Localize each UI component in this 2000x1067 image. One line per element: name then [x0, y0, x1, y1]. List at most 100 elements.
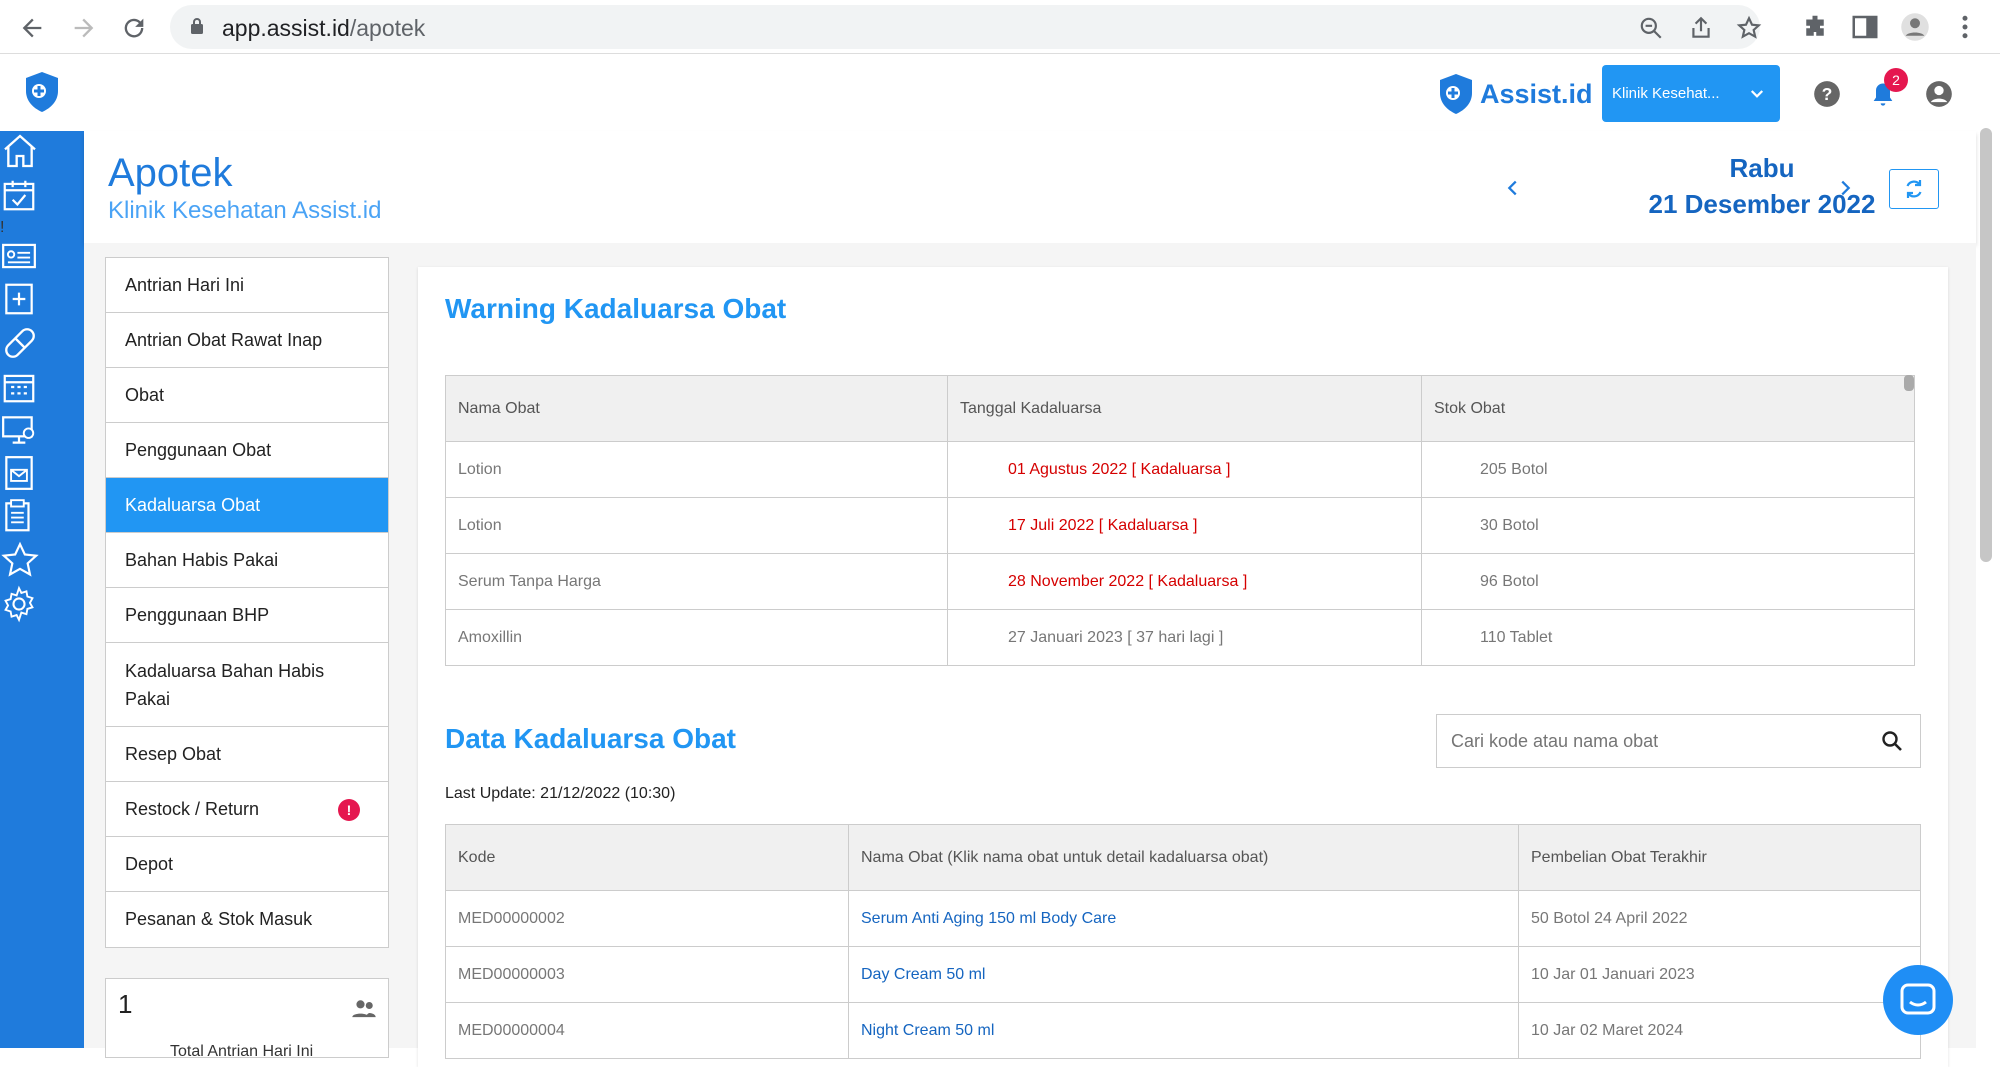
sidebar-item-patients[interactable] [0, 237, 84, 280]
medical-file-icon [5, 283, 33, 315]
sidebar-item-favorites[interactable] [0, 540, 84, 585]
cell-nama: Lotion [445, 497, 948, 554]
cell-tanggal: 17 Juli 2022 [ Kadaluarsa ] [947, 497, 1422, 554]
cell-stok: 30 Botol [1421, 497, 1915, 554]
menu-icon[interactable] [1950, 12, 1980, 42]
sidebar-nav: ! [0, 131, 84, 1048]
address-bar[interactable]: app.assist.id/apotek [170, 5, 1762, 49]
lock-icon [191, 18, 203, 34]
extensions-icon[interactable] [1800, 12, 1830, 42]
calendar-check-icon [3, 180, 35, 211]
table-row: Lotion 01 Agustus 2022 [ Kadaluarsa ] 20… [445, 441, 1915, 498]
refresh-button[interactable] [1889, 169, 1939, 209]
last-update: Last Update: 21/12/2022 (10:30) [445, 785, 676, 802]
medicine-link[interactable]: Night Cream 50 ml [848, 1002, 1519, 1059]
clinic-selector[interactable]: Klinik Kesehat... [1602, 65, 1780, 122]
menu-item-resep-obat[interactable]: Resep Obat [106, 727, 388, 782]
menu-item-antrian-hari-ini[interactable]: Antrian Hari Ini [106, 258, 388, 313]
page-subtitle: Klinik Kesehatan Assist.id [108, 197, 382, 224]
svg-text:?: ? [1822, 84, 1833, 104]
menu-item-obat[interactable]: Obat [106, 368, 388, 423]
back-icon[interactable] [18, 14, 46, 42]
chevron-down-icon [1750, 90, 1764, 98]
account-icon[interactable] [1925, 80, 1953, 108]
sidebar-item-settings[interactable] [0, 585, 84, 628]
shield-logo-icon[interactable] [24, 71, 60, 113]
cell-tanggal: 01 Agustus 2022 [ Kadaluarsa ] [947, 441, 1422, 498]
table-row: Amoxillin 27 Januari 2023 [ 37 hari lagi… [445, 609, 1915, 666]
search-icon[interactable] [1880, 729, 1904, 753]
warning-table-scrollbar[interactable] [1904, 375, 1914, 391]
warning-section-title: Warning Kadaluarsa Obat [445, 293, 787, 324]
page-header: Apotek Klinik Kesehatan Assist.id Rabu 2… [84, 131, 1976, 243]
brand: Assist.id [1438, 70, 1593, 118]
menu-item-kadaluarsa-bhp[interactable]: Kadaluarsa Bahan Habis Pakai [106, 643, 388, 727]
cell-stok: 110 Tablet [1421, 609, 1915, 666]
refresh-icon [1906, 180, 1922, 198]
people-icon [352, 1000, 376, 1018]
col-pembelian-terakhir: Pembelian Obat Terakhir [1518, 824, 1921, 891]
side-panel-icon[interactable] [1850, 12, 1880, 42]
restock-alert-badge: ! [338, 799, 360, 821]
menu-item-restock-return[interactable]: Restock / Return! [106, 782, 388, 837]
menu-item-depot[interactable]: Depot [106, 837, 388, 892]
warning-table: Nama Obat Tanggal Kadaluarsa Stok Obat L… [445, 375, 1915, 666]
menu-item-bahan-habis-pakai[interactable]: Bahan Habis Pakai [106, 533, 388, 588]
cell-pembelian: 10 Jar 01 Januari 2023 [1518, 946, 1921, 1003]
medicine-search [1436, 714, 1921, 768]
cell-tanggal: 27 Januari 2023 [ 37 hari lagi ] [947, 609, 1422, 666]
menu-item-label: Kadaluarsa Bahan Habis Pakai [125, 660, 325, 709]
col-tanggal-kadaluarsa: Tanggal Kadaluarsa [947, 375, 1422, 442]
menu-item-kadaluarsa-obat[interactable]: Kadaluarsa Obat [106, 478, 388, 533]
search-input[interactable] [1451, 727, 1851, 755]
sidebar-item-calendar[interactable] [0, 368, 84, 411]
data-section-title: Data Kadaluarsa Obat [445, 723, 736, 754]
brand-name: Assist.id [1480, 78, 1593, 109]
browser-toolbar: app.assist.id/apotek [0, 0, 2000, 54]
reload-icon[interactable] [120, 14, 148, 42]
notification-badge: 2 [1884, 68, 1908, 92]
menu-item-pesanan-stok-masuk[interactable]: Pesanan & Stok Masuk [106, 892, 388, 947]
share-icon[interactable] [1688, 15, 1714, 41]
gear-icon [4, 585, 34, 623]
prev-date-icon[interactable] [1502, 177, 1524, 199]
help-icon[interactable]: ? [1813, 80, 1841, 108]
expiry-data-table: Kode Nama Obat (Klik nama obat untuk det… [445, 824, 1921, 1059]
page-scrollbar[interactable] [1980, 128, 1992, 562]
star-icon[interactable] [1736, 15, 1762, 41]
zoom-icon[interactable] [1638, 15, 1664, 41]
sidebar-item-schedule[interactable] [0, 176, 84, 219]
clinic-selector-label: Klinik Kesehat... [1612, 85, 1720, 102]
sidebar-item-telemedicine[interactable] [0, 411, 84, 454]
mail-document-icon [5, 456, 33, 490]
col-kode: Kode [445, 824, 849, 891]
menu-item-antrian-obat-rawat-inap[interactable]: Antrian Obat Rawat Inap [106, 313, 388, 368]
sidebar-item-reports[interactable] [0, 497, 84, 540]
sidebar-item-messages[interactable] [0, 454, 84, 497]
sidebar-item-pharmacy[interactable] [0, 323, 84, 368]
forward-icon[interactable] [70, 14, 98, 42]
sidebar-item-home[interactable] [0, 131, 84, 176]
cell-pembelian: 10 Jar 02 Maret 2024 [1518, 1002, 1921, 1059]
sidebar-item-medical-record[interactable] [0, 280, 84, 323]
cell-kode: MED00000002 [445, 890, 849, 947]
medicine-link[interactable]: Day Cream 50 ml [848, 946, 1519, 1003]
url-text: app.assist.id/apotek [222, 15, 426, 41]
chat-button[interactable] [1883, 965, 1953, 1035]
next-date-icon[interactable] [1834, 177, 1856, 199]
menu-item-penggunaan-obat[interactable]: Penggunaan Obat [106, 423, 388, 478]
page-title: Apotek [108, 151, 233, 195]
menu-item-penggunaan-bhp[interactable]: Penggunaan BHP [106, 588, 388, 643]
cell-nama: Amoxillin [445, 609, 948, 666]
table-row: MED00000002 Serum Anti Aging 150 ml Body… [445, 890, 1921, 947]
medicine-link[interactable]: Serum Anti Aging 150 ml Body Care [848, 890, 1519, 947]
cell-pembelian: 50 Botol 24 April 2022 [1518, 890, 1921, 947]
menu-item-label: Restock / Return [125, 798, 260, 819]
profile-icon[interactable] [1900, 12, 1930, 42]
monitor-icon [2, 416, 35, 444]
cell-stok: 205 Botol [1421, 441, 1915, 498]
col-stok-obat: Stok Obat [1421, 375, 1915, 442]
brand-logo-icon [1440, 74, 1472, 114]
col-nama-obat: Nama Obat (Klik nama obat untuk detail k… [848, 824, 1519, 891]
schedule-alert-badge: ! [0, 219, 5, 236]
